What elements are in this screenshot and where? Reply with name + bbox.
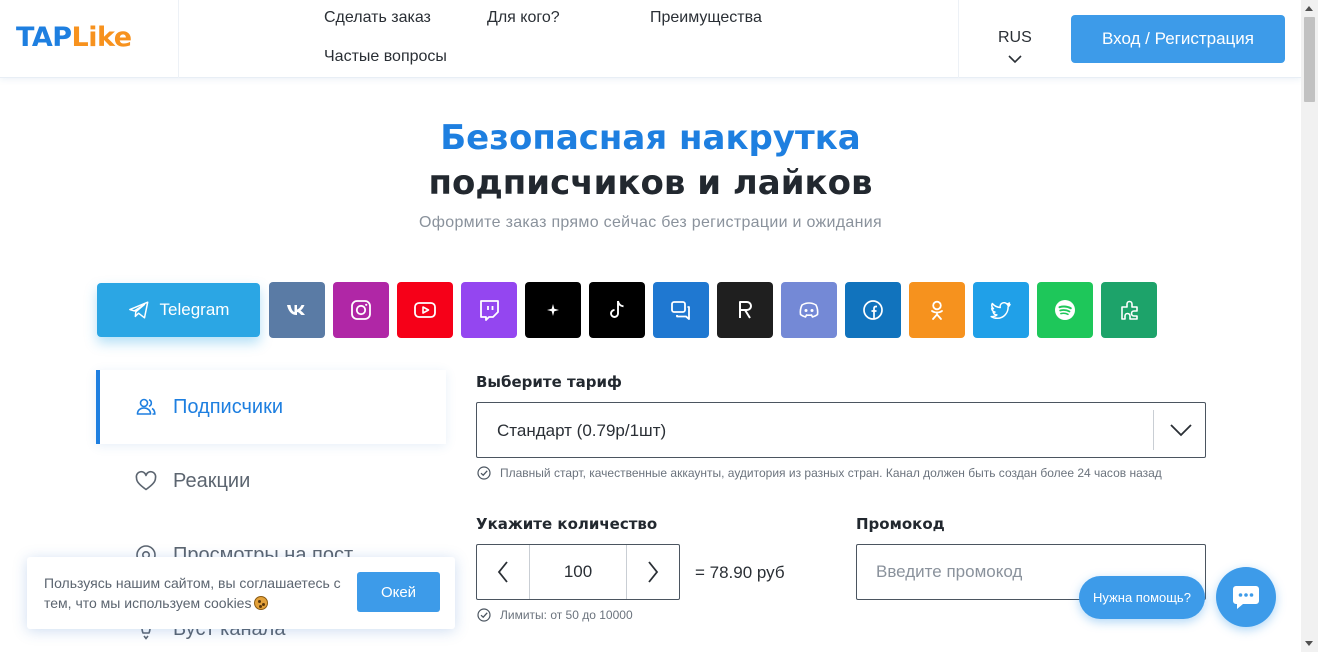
quantity-input[interactable]: 100 xyxy=(530,545,626,599)
cookie-banner: Пользуясь нашим сайтом, вы соглашаетесь … xyxy=(27,557,455,629)
page: TAPLike Сделать заказ Для кого? Преимуще… xyxy=(0,0,1318,652)
hero-title-line2: подписчиков и лайков xyxy=(428,163,873,203)
hero-subtitle: Оформите заказ прямо сейчас без регистра… xyxy=(419,214,882,231)
chevron-right-icon xyxy=(648,561,659,583)
platform-tab-odnoklassniki[interactable] xyxy=(909,282,965,338)
r-letter-icon xyxy=(739,301,752,319)
heart-icon xyxy=(135,470,157,491)
scroll-down-arrow-icon[interactable] xyxy=(1305,641,1313,646)
logo-part-like: Like xyxy=(71,22,133,53)
twitch-icon xyxy=(480,300,499,321)
help-bubble[interactable]: Нужна помощь? xyxy=(1079,576,1205,619)
quantity-hint-text: Лимиты: от 50 до 10000 xyxy=(500,608,633,622)
nav-link-faq[interactable]: Частые вопросы xyxy=(324,48,447,66)
telegram-icon xyxy=(128,301,148,319)
increment-button[interactable] xyxy=(626,545,679,599)
users-icon xyxy=(136,398,156,415)
platform-tab-twitter[interactable] xyxy=(973,282,1029,338)
nav-link-advantages[interactable]: Преимущества xyxy=(650,9,762,27)
cookie-message: Пользуясь нашим сайтом, вы соглашаетесь … xyxy=(44,575,341,611)
quantity-stepper: 100 xyxy=(476,544,680,600)
platform-tab-youtube[interactable] xyxy=(397,282,453,338)
tariff-selected-value: Стандарт (0.79р/1шт) xyxy=(497,421,667,440)
platform-label-telegram: Telegram xyxy=(159,300,230,319)
twitter-icon xyxy=(990,301,1011,320)
category-label: Реакции xyxy=(173,469,251,492)
platform-tab-tiktok[interactable] xyxy=(589,282,645,338)
chat-bubbles-icon xyxy=(671,301,690,320)
puzzle-icon xyxy=(1121,300,1138,320)
scrollbar[interactable] xyxy=(1301,0,1318,652)
check-circle-icon xyxy=(477,466,491,480)
platform-tab-facebook[interactable] xyxy=(845,282,901,338)
chevron-down-icon[interactable] xyxy=(1008,54,1022,64)
platform-tab-threads[interactable] xyxy=(525,282,581,338)
cookie-text: Пользуясь нашим сайтом, вы соглашаетесь … xyxy=(44,573,364,613)
vk-icon xyxy=(287,305,305,315)
site-header: TAPLike Сделать заказ Для кого? Преимуще… xyxy=(0,0,1301,78)
promo-label: Промокод xyxy=(856,515,945,533)
platform-tab-instagram[interactable] xyxy=(333,282,389,338)
tariff-hint-text: Плавный старт, качественные аккаунты, ау… xyxy=(500,466,1162,480)
instagram-icon xyxy=(351,300,371,320)
platform-tab-telegram[interactable]: Telegram xyxy=(97,283,260,337)
facebook-icon xyxy=(863,300,883,320)
discord-icon xyxy=(799,302,819,318)
select-divider xyxy=(1153,410,1154,450)
header-divider xyxy=(958,0,959,78)
decrement-button[interactable] xyxy=(477,545,530,599)
spotify-icon xyxy=(1055,300,1075,320)
platform-tab-discord[interactable] xyxy=(781,282,837,338)
chat-button[interactable] xyxy=(1216,567,1276,627)
platform-tab-other[interactable] xyxy=(1101,282,1157,338)
tariff-select[interactable]: Стандарт (0.79р/1шт) xyxy=(476,402,1206,458)
nav-link-order[interactable]: Сделать заказ xyxy=(324,9,431,27)
category-subscribers[interactable]: Подписчики xyxy=(96,370,446,444)
tariff-hint: Плавный старт, качественные аккаунты, ау… xyxy=(477,466,1162,480)
quantity-hint: Лимиты: от 50 до 10000 xyxy=(477,608,633,622)
chevron-left-icon xyxy=(497,561,508,583)
platform-tab-messenger[interactable] xyxy=(653,282,709,338)
language-selector[interactable]: RUS xyxy=(998,29,1032,47)
tariff-label: Выберите тариф xyxy=(476,373,622,391)
logo-part-tap: TAP xyxy=(16,22,72,53)
scrollbar-thumb[interactable] xyxy=(1304,17,1315,102)
scroll-up-arrow-icon[interactable] xyxy=(1305,6,1313,11)
chat-icon xyxy=(1233,586,1259,609)
sparkle-icon xyxy=(547,304,559,316)
check-circle-icon xyxy=(477,608,491,622)
nav-link-for-whom[interactable]: Для кого? xyxy=(487,9,560,27)
logo[interactable]: TAPLike xyxy=(16,22,132,53)
total-price: = 78.90 руб xyxy=(695,563,785,582)
ok-icon xyxy=(931,300,943,320)
platform-tab-twitch[interactable] xyxy=(461,282,517,338)
quantity-label: Укажите количество xyxy=(476,515,658,533)
youtube-icon xyxy=(414,302,436,318)
login-register-button[interactable]: Вход / Регистрация xyxy=(1071,15,1285,63)
platform-tab-vk[interactable] xyxy=(269,282,325,338)
header-divider xyxy=(178,0,179,78)
hero-title-line1: Безопасная накрутка xyxy=(440,118,861,158)
platform-tab-spotify[interactable] xyxy=(1037,282,1093,338)
chevron-down-icon[interactable] xyxy=(1163,418,1199,442)
category-reactions[interactable]: Реакции xyxy=(96,444,446,518)
platform-tab-rutube[interactable] xyxy=(717,282,773,338)
category-label: Подписчики xyxy=(173,395,284,418)
cookie-accept-button[interactable]: Окей xyxy=(357,572,440,612)
tiktok-icon xyxy=(610,300,624,318)
cookie-icon xyxy=(254,596,269,610)
